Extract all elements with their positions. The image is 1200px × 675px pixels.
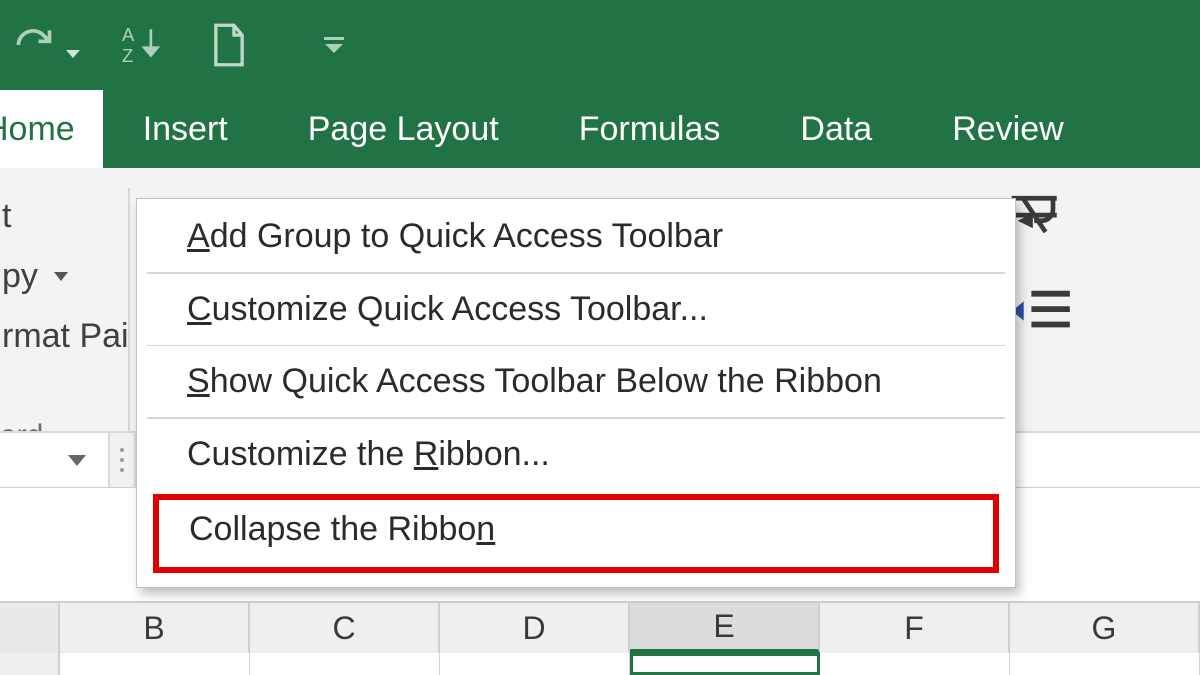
column-header-active[interactable]: E xyxy=(630,603,820,653)
cell[interactable] xyxy=(60,653,250,675)
tab-review-label: Review xyxy=(952,110,1063,149)
cut-label: t xyxy=(2,197,11,236)
menu-text: Customize the xyxy=(187,435,414,473)
name-box-dropdown[interactable] xyxy=(0,433,110,487)
format-painter-label: rmat Pai xyxy=(2,317,129,356)
menu-accelerator: A xyxy=(187,217,210,255)
menu-customize-qat[interactable]: Customize Quick Access Toolbar... xyxy=(137,276,1015,343)
ribbon-tabs: Home Insert Page Layout Formulas Data Re… xyxy=(0,90,1200,168)
column-header[interactable]: F xyxy=(820,603,1010,653)
tab-home[interactable]: Home xyxy=(0,90,103,168)
menu-text: dd Group to Quick Access Toolbar xyxy=(210,217,723,255)
quick-access-toolbar: A Z xyxy=(0,0,1200,90)
grid-row xyxy=(0,653,1200,675)
svg-text:Z: Z xyxy=(122,45,133,66)
menu-collapse-ribbon[interactable]: Collapse the Ribbon xyxy=(153,494,999,573)
menu-accelerator: n xyxy=(476,510,495,548)
column-header[interactable]: C xyxy=(250,603,440,653)
row-header[interactable] xyxy=(0,653,60,675)
menu-accelerator: C xyxy=(187,290,212,328)
menu-separator xyxy=(147,345,1005,347)
ribbon-context-menu: Add Group to Quick Access Toolbar Custom… xyxy=(136,198,1016,588)
column-header[interactable]: D xyxy=(440,603,630,653)
cell[interactable] xyxy=(820,653,1010,675)
menu-separator xyxy=(147,417,1005,419)
copy-dropdown-icon[interactable] xyxy=(54,272,68,281)
column-headers: B C D E F G xyxy=(0,601,1200,653)
column-header[interactable]: G xyxy=(1010,603,1200,653)
menu-text: how Quick Access Toolbar Below the Ribbo… xyxy=(210,362,882,400)
select-all-triangle[interactable] xyxy=(0,603,60,653)
column-header[interactable]: B xyxy=(60,603,250,653)
tab-formulas-label: Formulas xyxy=(579,110,721,149)
tab-data[interactable]: Data xyxy=(760,90,912,168)
cell[interactable] xyxy=(1010,653,1200,675)
menu-accelerator: S xyxy=(187,362,210,400)
menu-separator xyxy=(147,272,1005,274)
wrap-text-button[interactable] xyxy=(1008,192,1074,244)
format-painter-button[interactable]: rmat Pai xyxy=(0,306,130,366)
tab-insert[interactable]: Insert xyxy=(103,90,268,168)
menu-show-qat-below-ribbon[interactable]: Show Quick Access Toolbar Below the Ribb… xyxy=(137,348,1015,415)
menu-text: ibbon... xyxy=(438,435,550,473)
decrease-indent-button[interactable] xyxy=(1008,286,1074,338)
group-separator xyxy=(128,188,130,463)
formula-bar-expand[interactable] xyxy=(110,433,136,487)
svg-text:A: A xyxy=(122,24,135,45)
cell[interactable] xyxy=(250,653,440,675)
copy-button[interactable]: py xyxy=(0,246,130,306)
menu-accelerator: R xyxy=(414,435,439,473)
chevron-down-icon xyxy=(68,455,86,466)
redo-dropdown-icon[interactable] xyxy=(66,50,80,58)
cell[interactable] xyxy=(440,653,630,675)
redo-icon[interactable] xyxy=(10,22,56,68)
tab-page-layout[interactable]: Page Layout xyxy=(268,90,539,168)
menu-text: Collapse the Ribbo xyxy=(189,510,476,548)
sort-icon[interactable]: A Z xyxy=(120,22,166,68)
cut-button[interactable]: t xyxy=(0,186,130,246)
cell-active[interactable] xyxy=(630,653,820,675)
tab-review[interactable]: Review xyxy=(912,90,1103,168)
customize-qat-dropdown-icon[interactable] xyxy=(322,22,346,68)
menu-customize-ribbon[interactable]: Customize the Ribbon... xyxy=(137,421,1015,488)
menu-add-group-to-qat[interactable]: Add Group to Quick Access Toolbar xyxy=(137,203,1015,270)
tab-home-label: Home xyxy=(0,110,75,149)
tab-formulas[interactable]: Formulas xyxy=(539,90,761,168)
menu-text: ustomize Quick Access Toolbar... xyxy=(212,290,708,328)
tab-page-layout-label: Page Layout xyxy=(308,110,499,149)
copy-label: py xyxy=(2,257,38,296)
tab-insert-label: Insert xyxy=(143,110,228,149)
tab-data-label: Data xyxy=(800,110,872,149)
new-document-icon[interactable] xyxy=(206,22,252,68)
